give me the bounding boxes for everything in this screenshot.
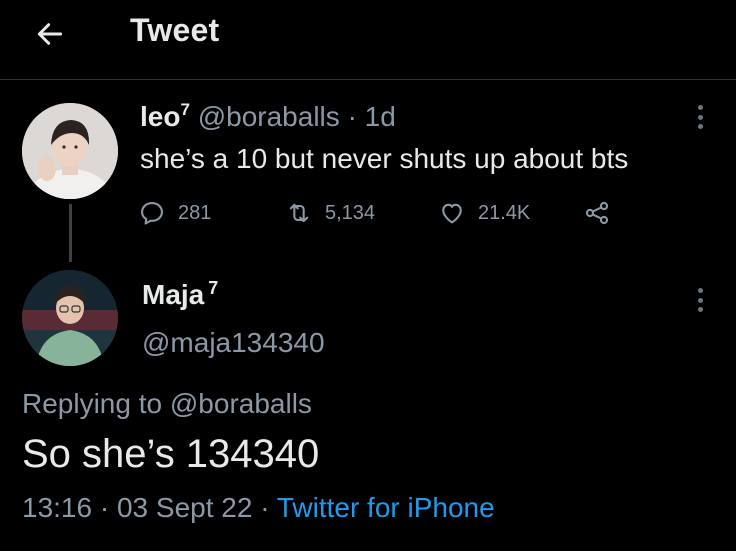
more-icon-dot (697, 124, 703, 129)
separator-dot: · (260, 492, 270, 523)
share-icon (585, 201, 609, 225)
like-button[interactable]: 21.4K (438, 196, 530, 230)
top-bar: Tweet (0, 0, 736, 80)
parent-handle[interactable]: @boraballs (198, 101, 340, 132)
tweet-screen: Tweet leo7 @boraballs · 1d she’s a 10 bu… (0, 0, 736, 551)
replying-handle[interactable]: @boraballs (170, 388, 312, 419)
avatar-leo[interactable] (22, 103, 118, 199)
more-icon-dot (697, 105, 703, 110)
tweet-actions: 281 5,134 21.4K (138, 196, 638, 230)
avatar-image (22, 270, 118, 366)
tweet-meta: 13:16 · 03 Sept 22 · Twitter for iPhone (22, 492, 495, 524)
share-button[interactable] (583, 196, 611, 230)
tweet-time: 13:16 (22, 492, 93, 523)
reply-count: 281 (178, 201, 212, 224)
main-name-text: Maja (142, 279, 205, 310)
like-count: 21.4K (478, 201, 531, 224)
parent-tweet-text: she’s a 10 but never shuts up about bts (140, 143, 629, 174)
tweet-source-link[interactable]: Twitter for iPhone (277, 492, 495, 523)
more-icon-dot (697, 307, 703, 312)
replying-to-line: Replying to @boraballs (22, 388, 312, 420)
more-options-button[interactable] (688, 285, 712, 315)
avatar-image (22, 103, 118, 199)
main-tweet-text: So she’s 134340 (22, 432, 320, 476)
page-title: Tweet (130, 12, 220, 48)
separator-dot: · (347, 101, 357, 132)
parent-display-name[interactable]: leo7 (140, 100, 190, 132)
separator-dot: · (99, 492, 110, 523)
retweet-button[interactable]: 5,134 (285, 196, 375, 230)
parent-name-superscript: 7 (180, 100, 190, 119)
avatar-maja[interactable] (22, 270, 118, 366)
reply-icon (141, 202, 163, 225)
parent-tweet-header: leo7 @boraballs · 1d (140, 100, 396, 133)
more-icon-dot (697, 288, 703, 293)
tweet-date: 03 Sept 22 (116, 492, 253, 523)
parent-timestamp[interactable]: 1d (365, 101, 396, 132)
more-icon-dot (697, 297, 703, 303)
back-arrow-icon (37, 23, 63, 45)
more-icon-dot (697, 114, 703, 120)
reply-button[interactable]: 281 (138, 196, 211, 230)
retweet-count: 5,134 (325, 201, 376, 224)
like-icon (442, 203, 462, 224)
parent-name-text: leo (140, 101, 181, 132)
main-handle[interactable]: @maja134340 (142, 327, 325, 359)
replying-prefix: Replying to (22, 388, 163, 419)
retweet-icon (289, 203, 309, 223)
main-name-superscript: 7 (208, 278, 219, 298)
thread-connector (69, 204, 72, 262)
back-button[interactable] (30, 14, 70, 54)
main-display-name[interactable]: Maja 7 (142, 278, 218, 311)
more-options-button[interactable] (688, 102, 712, 132)
